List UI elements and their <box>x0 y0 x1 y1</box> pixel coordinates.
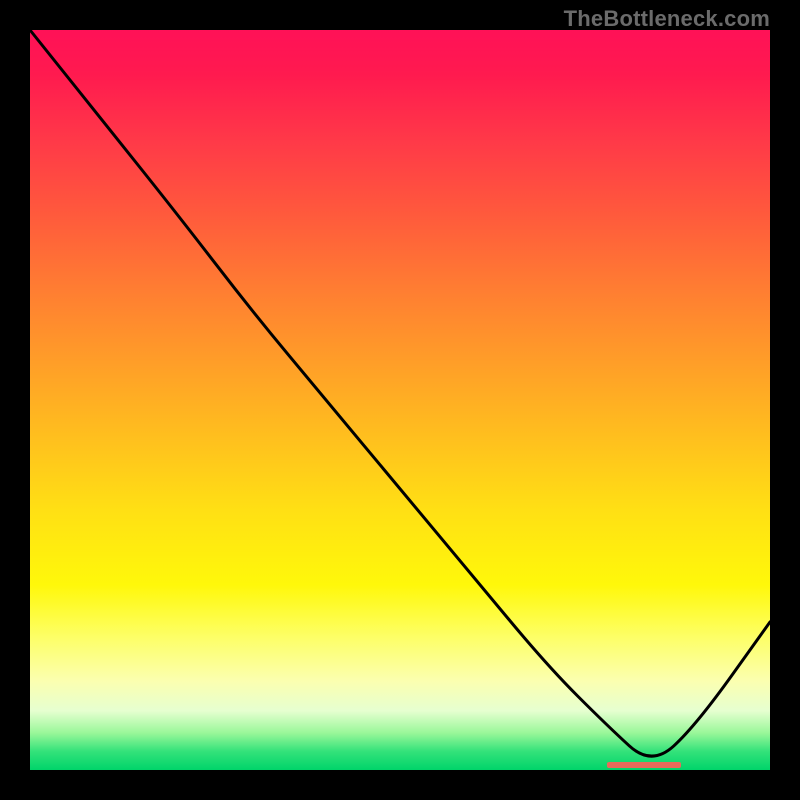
watermark-text: TheBottleneck.com <box>564 6 770 32</box>
bottleneck-curve <box>30 30 770 756</box>
chart-container <box>30 30 770 770</box>
optimum-range-marker <box>607 762 681 768</box>
chart-svg <box>30 30 770 770</box>
